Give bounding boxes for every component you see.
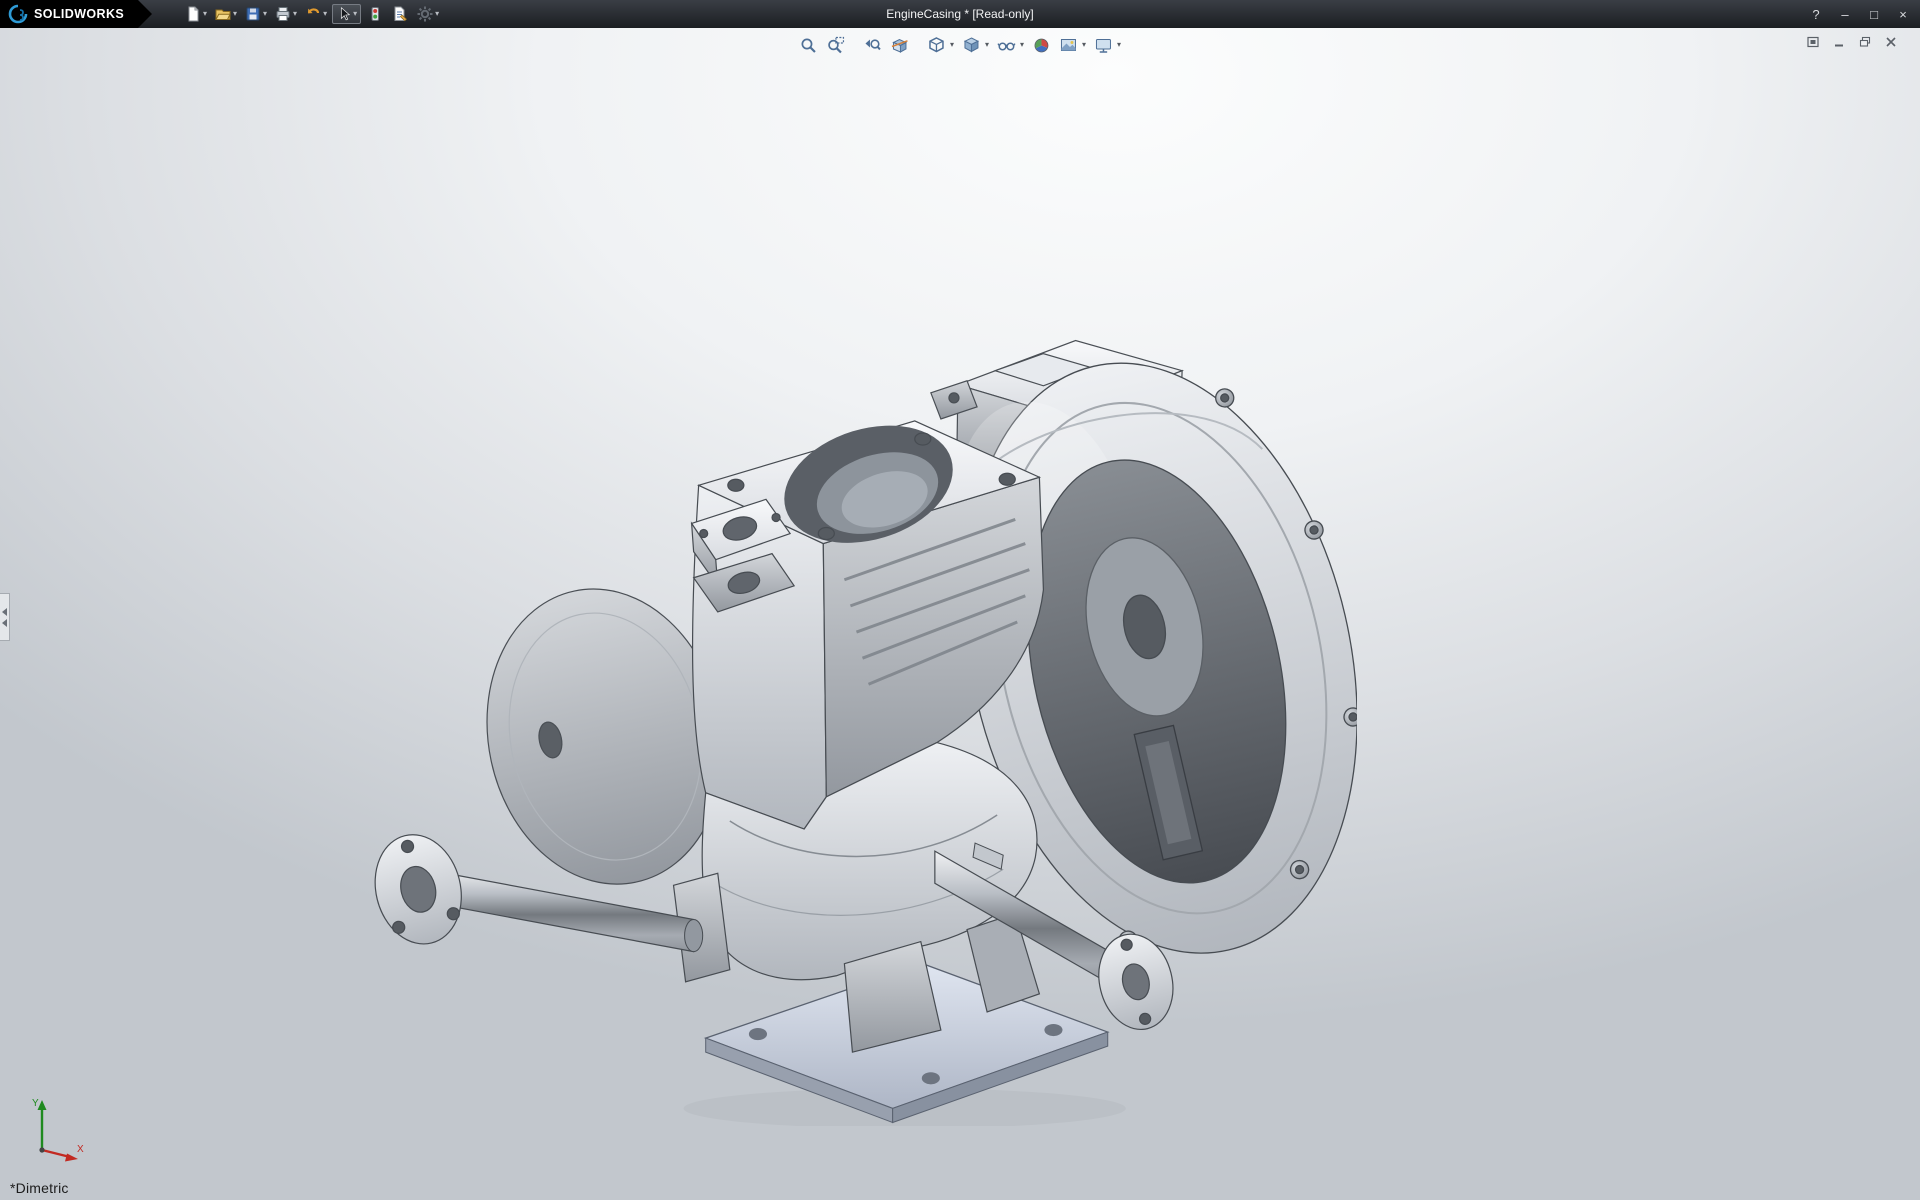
view-settings-icon [1094, 36, 1113, 55]
undo-icon [304, 5, 322, 23]
new-file-button[interactable]: ▾ [182, 3, 209, 25]
dropdown-arrow-icon[interactable]: ▾ [203, 10, 207, 18]
section-view-icon [890, 36, 909, 55]
print-button[interactable]: ▾ [272, 3, 299, 25]
save-button[interactable]: ▾ [242, 3, 269, 25]
model-container [372, 326, 1357, 1126]
hide-show-items-button[interactable] [995, 34, 1018, 56]
dassault-3ds-logo-icon [8, 4, 28, 24]
rebuild-icon [366, 5, 384, 23]
dropdown-arrow-icon[interactable]: ▾ [1020, 41, 1024, 49]
solidworks-logo: SOLIDWORKS [0, 0, 152, 28]
dropdown-arrow-icon[interactable]: ▾ [233, 10, 237, 18]
brand-name: SOLIDWORKS [34, 7, 124, 21]
close-icon [1884, 36, 1898, 48]
edit-appearance-ball-icon [1032, 36, 1051, 55]
save-icon [244, 5, 262, 23]
open-file-button[interactable]: ▾ [212, 3, 239, 25]
featuremanager-collapse-handle[interactable] [0, 593, 10, 641]
dropdown-arrow-icon[interactable]: ▾ [985, 41, 989, 49]
previous-view-button[interactable] [861, 34, 884, 56]
zoom-to-fit-button[interactable] [797, 34, 820, 56]
window-controls: ? – □ × [1809, 0, 1910, 28]
headsup-view-toolbar: ▾ ▾ ▾ [797, 34, 1123, 56]
dropdown-arrow-icon[interactable]: ▾ [1117, 41, 1121, 49]
file-properties-icon [391, 5, 409, 23]
select-arrow-button[interactable]: ▾ [332, 4, 361, 24]
3d-model-engine-casing[interactable] [372, 326, 1357, 1126]
quick-access-toolbar: ▾ ▾ ▾ ▾ ▾ [182, 3, 441, 25]
doc-close-button[interactable] [1882, 34, 1900, 50]
help-button[interactable]: ? [1809, 8, 1823, 21]
document-window-controls [1804, 34, 1900, 50]
view-orientation-button[interactable] [925, 34, 948, 56]
dropdown-arrow-icon[interactable]: ▾ [293, 10, 297, 18]
edit-appearance-button[interactable] [1030, 34, 1053, 56]
doc-restore-button[interactable] [1856, 34, 1874, 50]
previous-view-icon [863, 36, 882, 55]
graphics-area[interactable]: ▾ ▾ ▾ [0, 28, 1920, 1200]
file-properties-button[interactable] [389, 3, 411, 25]
apply-scene-icon [1059, 36, 1078, 55]
section-view-button[interactable] [888, 34, 911, 56]
zoom-to-fit-icon [799, 36, 818, 55]
rebuild-button[interactable] [364, 3, 386, 25]
triad-x-label: X [77, 1144, 84, 1155]
dropdown-arrow-icon[interactable]: ▾ [353, 10, 357, 18]
apply-scene-button[interactable] [1057, 34, 1080, 56]
close-button[interactable]: × [1896, 8, 1910, 21]
view-settings-button[interactable] [1092, 34, 1115, 56]
orientation-triad: Y X [22, 1094, 86, 1166]
collapse-arrow-icon [2, 619, 7, 627]
triad-y-label: Y [32, 1098, 39, 1109]
display-style-button[interactable] [960, 34, 983, 56]
options-gear-icon [416, 5, 434, 23]
document-title: EngineCasing * [Read-only] [886, 7, 1033, 21]
fullscreen-icon [1806, 36, 1820, 48]
minimize-button[interactable]: – [1838, 8, 1852, 21]
dropdown-arrow-icon[interactable]: ▾ [1082, 41, 1086, 49]
restore-icon [1858, 36, 1872, 48]
zoom-to-area-icon [826, 36, 845, 55]
undo-button[interactable]: ▾ [302, 3, 329, 25]
new-file-icon [184, 5, 202, 23]
collapse-arrow-icon [2, 608, 7, 616]
view-orientation-cube-icon [927, 36, 946, 55]
dropdown-arrow-icon[interactable]: ▾ [435, 10, 439, 18]
view-orientation-label: *Dimetric [10, 1180, 69, 1196]
dropdown-arrow-icon[interactable]: ▾ [323, 10, 327, 18]
maximize-button[interactable]: □ [1867, 8, 1881, 21]
solidworks-window: { "title_bar": { "brand": "SOLIDWORKS", … [0, 0, 1920, 1200]
minimize-icon [1832, 36, 1846, 48]
hide-show-glasses-icon [997, 36, 1016, 55]
options-button[interactable]: ▾ [414, 3, 441, 25]
display-style-icon [962, 36, 981, 55]
select-arrow-icon [336, 6, 352, 22]
dropdown-arrow-icon[interactable]: ▾ [263, 10, 267, 18]
print-icon [274, 5, 292, 23]
doc-fullscreen-button[interactable] [1804, 34, 1822, 50]
open-file-icon [214, 5, 232, 23]
title-bar: SOLIDWORKS ▾ ▾ ▾ [0, 0, 1920, 28]
dropdown-arrow-icon[interactable]: ▾ [950, 41, 954, 49]
doc-minimize-button[interactable] [1830, 34, 1848, 50]
zoom-to-area-button[interactable] [824, 34, 847, 56]
